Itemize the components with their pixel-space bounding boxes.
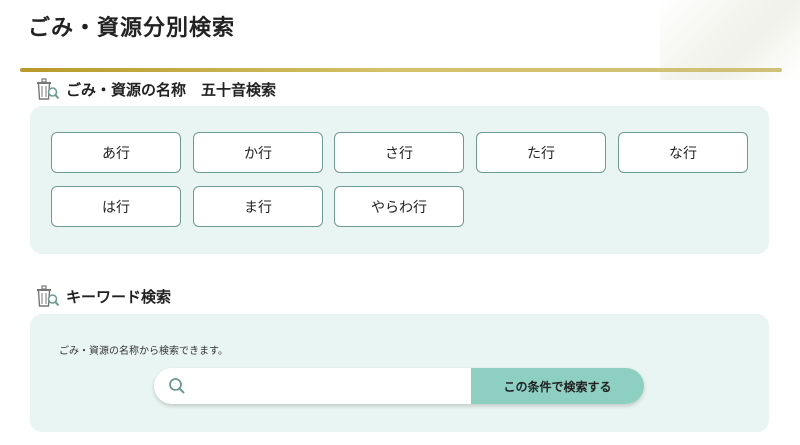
kana-section-title: ごみ・資源の名称 五十音検索 (66, 80, 277, 99)
kana-button-ta[interactable]: た行 (476, 132, 606, 173)
kana-button-yarawa[interactable]: やらわ行 (334, 186, 464, 227)
keyword-section-title: キーワード検索 (66, 287, 172, 306)
kana-button-na[interactable]: な行 (618, 132, 748, 173)
title-divider (20, 68, 782, 72)
trash-search-icon (37, 78, 60, 100)
kana-button-sa[interactable]: さ行 (334, 132, 464, 173)
keyword-search-bar: この条件で検索する (154, 368, 644, 404)
kana-button-ma[interactable]: ま行 (193, 186, 323, 227)
search-input-wrap (154, 368, 471, 404)
search-icon (169, 378, 185, 394)
search-submit-button[interactable]: この条件で検索する (471, 368, 644, 404)
trash-search-icon (37, 285, 60, 307)
kana-button-a[interactable]: あ行 (51, 132, 181, 173)
kana-button-ka[interactable]: か行 (193, 132, 323, 173)
page-title: ごみ・資源分別検索 (28, 16, 236, 41)
keyword-search-input[interactable] (196, 370, 471, 402)
kana-button-panel: あ行 か行 さ行 た行 な行 は行 ま行 やらわ行 (30, 106, 769, 254)
keyword-search-panel: ごみ・資源の名称から検索できます。 この条件で検索する (30, 314, 769, 432)
keyword-description: ごみ・資源の名称から検索できます。 (59, 346, 228, 357)
kana-section-heading: ごみ・資源の名称 五十音検索 (34, 77, 276, 101)
keyword-section-heading: キーワード検索 (34, 284, 171, 308)
kana-button-ha[interactable]: は行 (51, 186, 181, 227)
